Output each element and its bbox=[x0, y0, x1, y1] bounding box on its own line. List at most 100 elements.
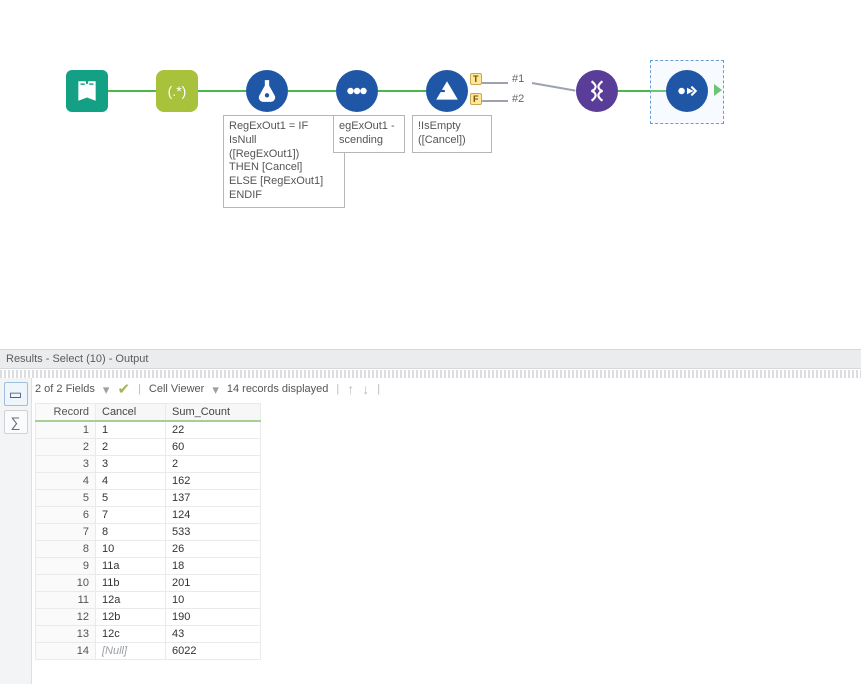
col-cancel[interactable]: Cancel bbox=[96, 404, 166, 422]
table-row[interactable]: 2260 bbox=[36, 439, 261, 456]
cell-sum-count[interactable]: 190 bbox=[166, 609, 261, 626]
cell-record: 2 bbox=[36, 439, 96, 456]
cell-sum-count[interactable]: 201 bbox=[166, 575, 261, 592]
formula-annotation: RegExOut1 = IF IsNull ([RegExOut1]) THEN… bbox=[223, 115, 345, 208]
next-record-button[interactable]: ↓ bbox=[362, 381, 369, 397]
summarize-tool[interactable] bbox=[576, 70, 618, 112]
table-row[interactable]: 44162 bbox=[36, 473, 261, 490]
multi-row-formula-tool[interactable] bbox=[336, 70, 378, 112]
cell-sum-count[interactable]: 18 bbox=[166, 558, 261, 575]
cell-sum-count[interactable]: 2 bbox=[166, 456, 261, 473]
check-icon[interactable]: ✔ bbox=[117, 380, 130, 398]
cell-record: 12 bbox=[36, 609, 96, 626]
svg-text:(.*): (.*) bbox=[168, 83, 187, 99]
fields-count-label[interactable]: 2 of 2 Fields bbox=[35, 383, 95, 395]
cell-cancel[interactable]: 5 bbox=[96, 490, 166, 507]
cell-record: 5 bbox=[36, 490, 96, 507]
results-grid[interactable]: Record Cancel Sum_Count 1122226033244162… bbox=[35, 403, 261, 660]
formula-tool[interactable] bbox=[246, 70, 288, 112]
table-header-row: Record Cancel Sum_Count bbox=[36, 404, 261, 422]
prism-icon bbox=[434, 78, 460, 104]
connector-merge bbox=[532, 82, 576, 92]
cell-sum-count[interactable]: 533 bbox=[166, 524, 261, 541]
cell-record: 14 bbox=[36, 643, 96, 660]
dots-icon bbox=[344, 78, 370, 104]
table-row[interactable]: 1212b190 bbox=[36, 609, 261, 626]
cell-sum-count[interactable]: 137 bbox=[166, 490, 261, 507]
gutter-data-button[interactable]: ▭ bbox=[4, 382, 28, 406]
connector bbox=[288, 90, 336, 92]
col-sum-count[interactable]: Sum_Count bbox=[166, 404, 261, 422]
cell-sum-count[interactable]: 26 bbox=[166, 541, 261, 558]
cell-record: 4 bbox=[36, 473, 96, 490]
records-count-label: 14 records displayed bbox=[227, 383, 329, 395]
cell-viewer-label[interactable]: Cell Viewer bbox=[149, 383, 204, 395]
cell-record: 8 bbox=[36, 541, 96, 558]
cell-cancel[interactable]: 10 bbox=[96, 541, 166, 558]
table-row[interactable]: 78533 bbox=[36, 524, 261, 541]
connector bbox=[378, 90, 426, 92]
connector bbox=[108, 90, 156, 92]
branch-2-label: #2 bbox=[512, 93, 524, 105]
table-row[interactable]: 1112a10 bbox=[36, 592, 261, 609]
cell-record: 3 bbox=[36, 456, 96, 473]
cell-sum-count[interactable]: 60 bbox=[166, 439, 261, 456]
filter-annotation: !IsEmpty ([Cancel]) bbox=[412, 115, 492, 153]
table-row[interactable]: 1011b201 bbox=[36, 575, 261, 592]
table-row[interactable]: 67124 bbox=[36, 507, 261, 524]
gutter-metadata-button[interactable]: ∑ bbox=[4, 410, 28, 434]
table-row[interactable]: 81026 bbox=[36, 541, 261, 558]
cell-cancel[interactable]: 12c bbox=[96, 626, 166, 643]
filter-tool[interactable] bbox=[426, 70, 468, 112]
cell-sum-count[interactable]: 10 bbox=[166, 592, 261, 609]
table-row[interactable]: 14[Null]6022 bbox=[36, 643, 261, 660]
prev-record-button[interactable]: ↑ bbox=[347, 381, 354, 397]
cell-record: 13 bbox=[36, 626, 96, 643]
results-title: Results - Select (10) - Output bbox=[6, 353, 148, 365]
cell-cancel[interactable]: 12a bbox=[96, 592, 166, 609]
select-tool[interactable] bbox=[666, 70, 708, 112]
regex-tool[interactable]: (.*) bbox=[156, 70, 198, 112]
cell-cancel[interactable]: 12b bbox=[96, 609, 166, 626]
connector bbox=[198, 90, 246, 92]
cell-cancel[interactable]: 1 bbox=[96, 421, 166, 439]
cell-cancel[interactable]: 11b bbox=[96, 575, 166, 592]
table-row[interactable]: 911a18 bbox=[36, 558, 261, 575]
cell-cancel[interactable]: 8 bbox=[96, 524, 166, 541]
regex-icon: (.*) bbox=[156, 70, 198, 112]
results-toolbar: 2 of 2 Fields ▾ ✔ | Cell Viewer ▾ 14 rec… bbox=[35, 380, 380, 398]
table-row[interactable]: 55137 bbox=[36, 490, 261, 507]
cell-cancel[interactable]: 3 bbox=[96, 456, 166, 473]
col-record[interactable]: Record bbox=[36, 404, 96, 422]
dna-icon bbox=[584, 78, 610, 104]
cell-record: 9 bbox=[36, 558, 96, 575]
workflow-canvas[interactable]: (.*) T F #1 #2 RegExOut1 = IF IsNull ([R… bbox=[0, 0, 861, 340]
table-row[interactable]: 1122 bbox=[36, 421, 261, 439]
table-row[interactable]: 332 bbox=[36, 456, 261, 473]
filter-false-anchor[interactable]: F bbox=[470, 93, 482, 105]
filter-true-anchor[interactable]: T bbox=[470, 73, 482, 85]
select-icon bbox=[674, 78, 700, 104]
cell-sum-count[interactable]: 22 bbox=[166, 421, 261, 439]
text-input-tool[interactable] bbox=[66, 70, 108, 112]
cell-viewer-dropdown-icon[interactable]: ▾ bbox=[212, 383, 219, 396]
cell-sum-count[interactable]: 43 bbox=[166, 626, 261, 643]
cell-sum-count[interactable]: 162 bbox=[166, 473, 261, 490]
cell-cancel[interactable]: 11a bbox=[96, 558, 166, 575]
panel-grip[interactable] bbox=[0, 370, 861, 378]
fields-dropdown-icon[interactable]: ▾ bbox=[103, 383, 110, 396]
cell-record: 7 bbox=[36, 524, 96, 541]
cell-cancel[interactable]: [Null] bbox=[96, 643, 166, 660]
cell-cancel[interactable]: 4 bbox=[96, 473, 166, 490]
cell-record: 6 bbox=[36, 507, 96, 524]
cell-record: 11 bbox=[36, 592, 96, 609]
sort-annotation: egExOut1 - scending bbox=[333, 115, 405, 153]
results-gutter: ≣ ∑ ▭ bbox=[0, 378, 32, 684]
table-row[interactable]: 1312c43 bbox=[36, 626, 261, 643]
results-title-bar: Results - Select (10) - Output bbox=[0, 349, 861, 369]
cell-cancel[interactable]: 2 bbox=[96, 439, 166, 456]
cell-cancel[interactable]: 7 bbox=[96, 507, 166, 524]
branch-1-label: #1 bbox=[512, 73, 524, 85]
cell-sum-count[interactable]: 6022 bbox=[166, 643, 261, 660]
cell-sum-count[interactable]: 124 bbox=[166, 507, 261, 524]
